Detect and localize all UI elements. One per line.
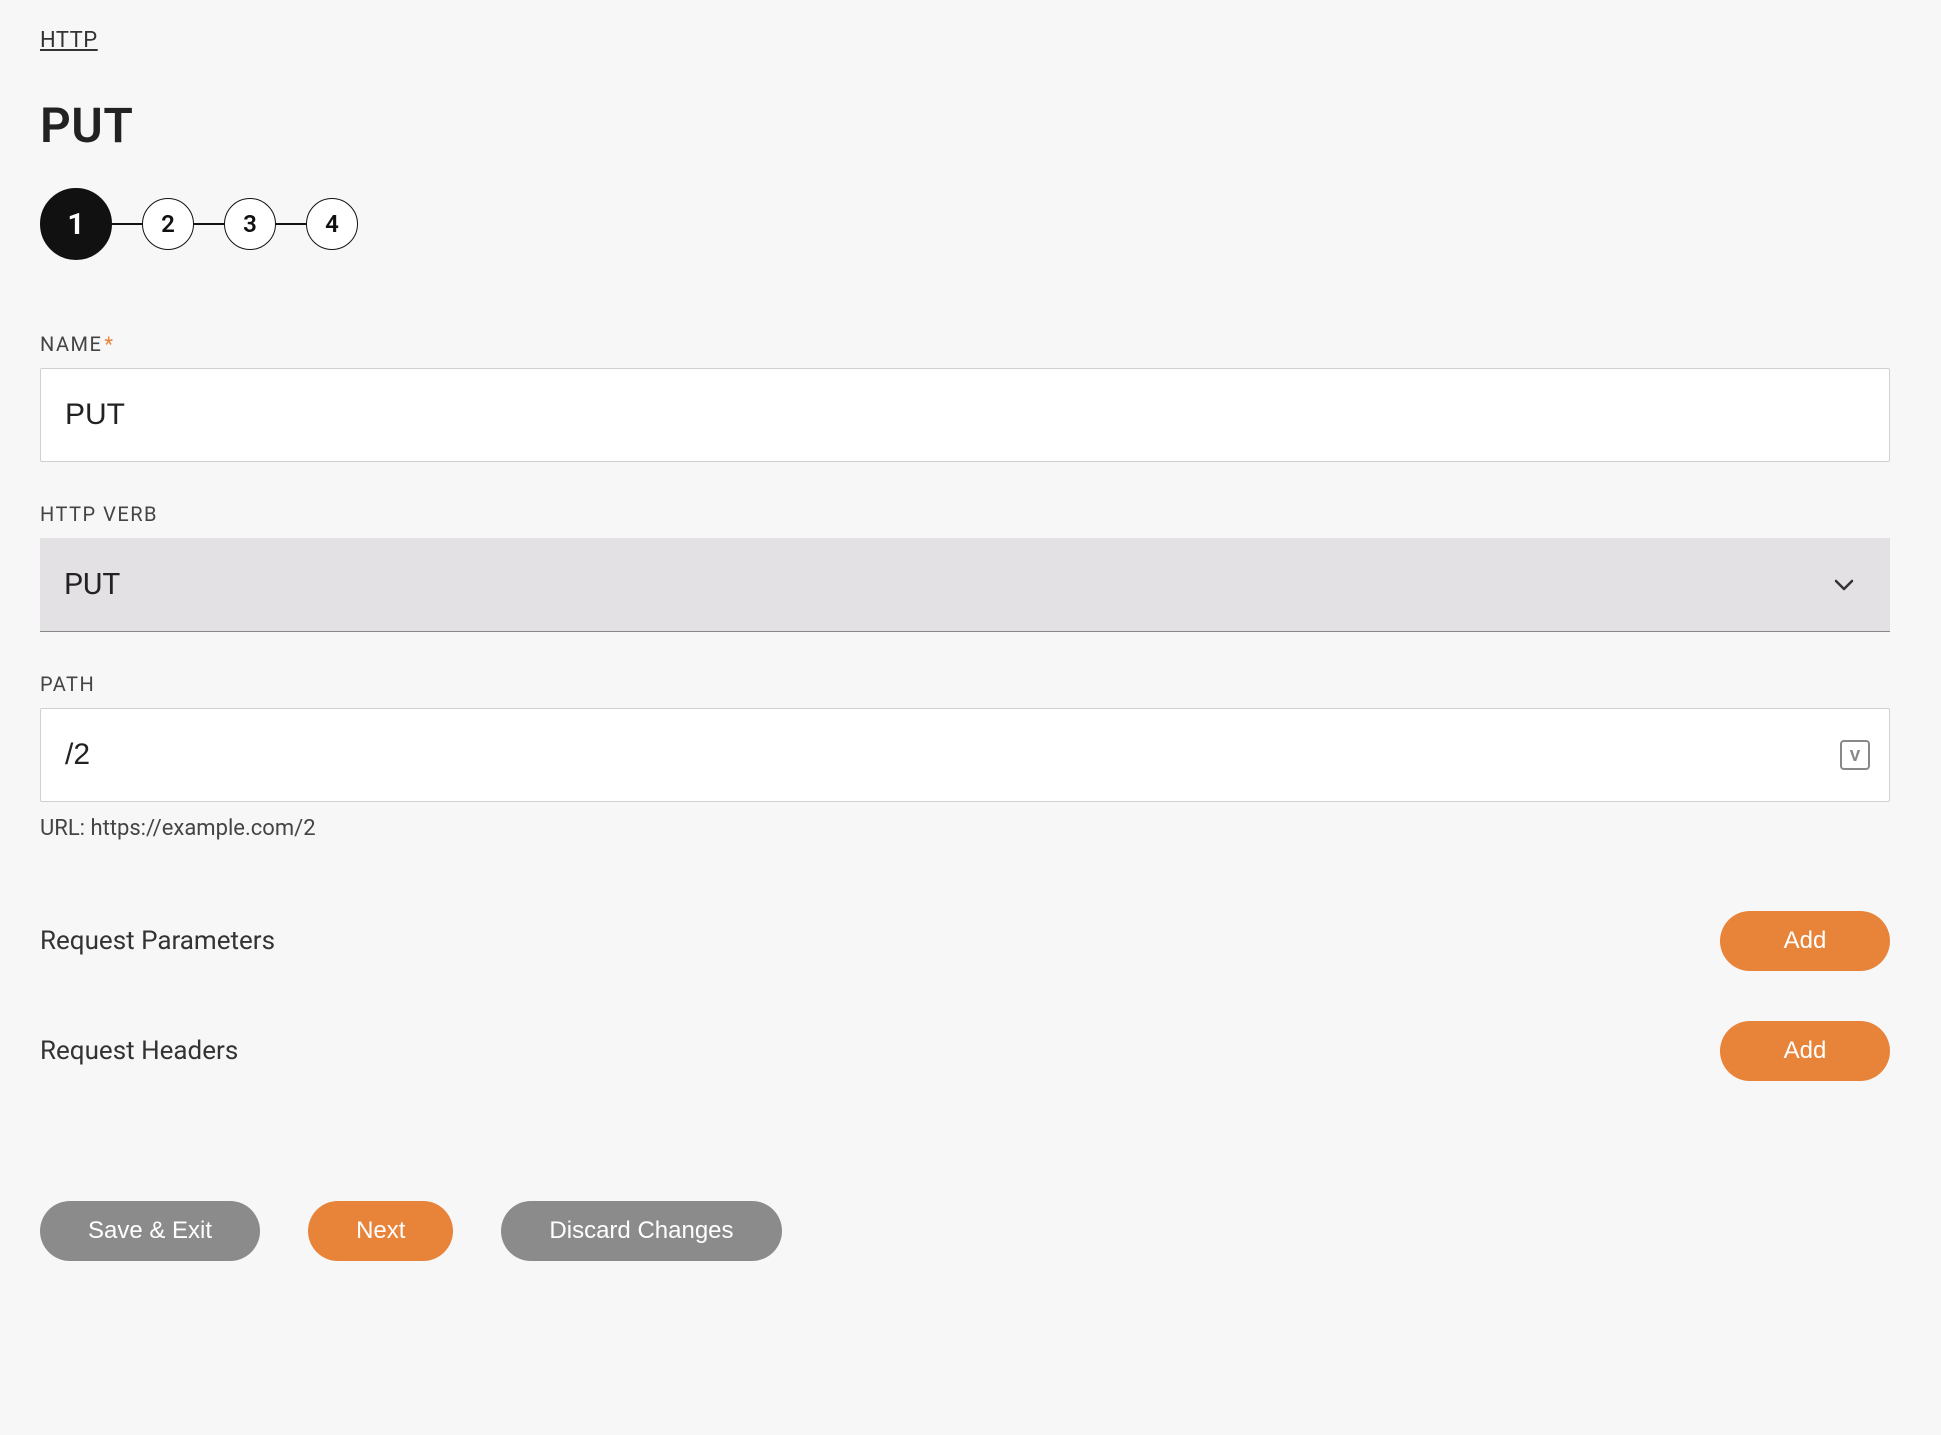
http-verb-select[interactable]: PUT xyxy=(40,538,1890,632)
http-verb-label: HTTP VERB xyxy=(40,502,1901,526)
name-input[interactable] xyxy=(40,368,1890,462)
request-parameters-label: Request Parameters xyxy=(40,926,275,956)
step-4[interactable]: 4 xyxy=(306,198,358,250)
step-2[interactable]: 2 xyxy=(142,198,194,250)
path-input[interactable] xyxy=(40,708,1890,802)
required-asterisk: * xyxy=(104,332,114,356)
save-exit-button[interactable]: Save & Exit xyxy=(40,1201,260,1261)
step-1[interactable]: 1 xyxy=(40,188,112,260)
step-connector xyxy=(112,223,142,225)
chevron-down-icon xyxy=(1834,572,1854,597)
discard-changes-button[interactable]: Discard Changes xyxy=(501,1201,781,1261)
page-title: PUT xyxy=(40,97,1901,154)
step-connector xyxy=(194,223,224,225)
http-verb-value: PUT xyxy=(64,567,1834,602)
http-verb-field-row: HTTP VERB PUT xyxy=(40,502,1901,632)
path-field-row: PATH V URL: https://example.com/2 xyxy=(40,672,1901,841)
footer-actions: Save & Exit Next Discard Changes xyxy=(40,1201,1901,1261)
request-headers-section: Request Headers Add xyxy=(40,1021,1890,1081)
path-label: PATH xyxy=(40,672,1901,696)
breadcrumb-parent-link[interactable]: HTTP xyxy=(40,28,98,53)
add-header-button[interactable]: Add xyxy=(1720,1021,1890,1081)
next-button[interactable]: Next xyxy=(308,1201,453,1261)
request-parameters-section: Request Parameters Add xyxy=(40,911,1890,971)
path-url-helper: URL: https://example.com/2 xyxy=(40,816,1901,841)
wizard-stepper: 1 2 3 4 xyxy=(40,188,1901,260)
name-field-row: NAME* xyxy=(40,332,1901,462)
variable-icon[interactable]: V xyxy=(1840,740,1870,770)
step-connector xyxy=(276,223,306,225)
breadcrumb: HTTP xyxy=(40,28,1901,53)
step-3[interactable]: 3 xyxy=(224,198,276,250)
request-headers-label: Request Headers xyxy=(40,1036,238,1066)
add-parameter-button[interactable]: Add xyxy=(1720,911,1890,971)
name-label-text: NAME xyxy=(40,332,102,356)
name-label: NAME* xyxy=(40,332,1901,356)
